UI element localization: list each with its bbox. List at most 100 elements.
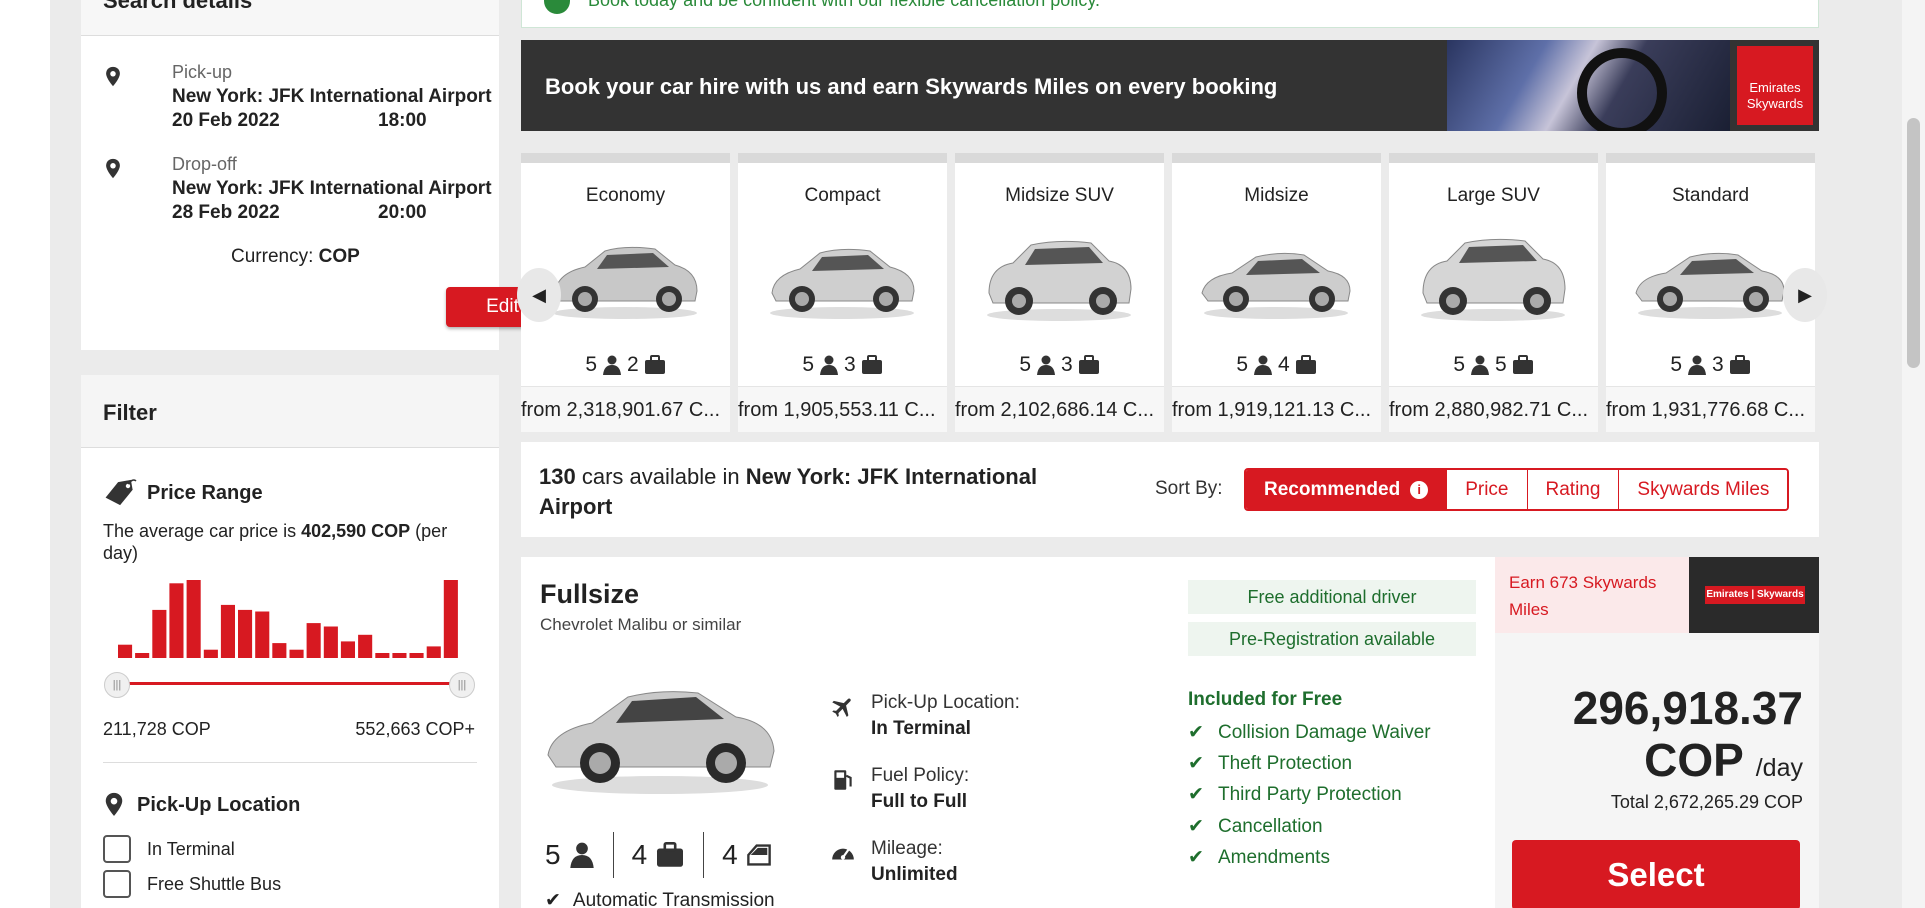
transmission-label: Automatic Transmission: [572, 889, 775, 908]
price-slider-track[interactable]: [117, 682, 462, 685]
included-label: Cancellation: [1218, 815, 1323, 837]
histogram-bar: [426, 646, 441, 658]
category-card-compact[interactable]: Compact 5 3 from 1,905,553.11 C...: [738, 153, 947, 432]
sort-recommended[interactable]: Recommended i: [1246, 470, 1447, 509]
checkbox[interactable]: [103, 835, 131, 863]
carousel-prev-button[interactable]: ◀: [517, 268, 561, 322]
checkbox[interactable]: [103, 870, 131, 898]
pickup-time: 18:00: [378, 110, 427, 131]
detail-value: In Terminal: [871, 718, 971, 739]
category-card-midsize[interactable]: Midsize 5 4 from 1,919,121.13 C...: [1172, 153, 1381, 432]
location-pin-icon: [106, 158, 120, 179]
person-icon: [820, 355, 838, 375]
car-image: [1201, 252, 1351, 319]
histogram-bar: [340, 641, 355, 658]
category-specs: 5 4: [1172, 353, 1381, 377]
category-card-large-suv[interactable]: Large SUV 5 5 from 2,880,982.71 C...: [1389, 153, 1598, 432]
bag-count: 3: [1712, 353, 1724, 376]
seat-count: 5: [802, 353, 814, 376]
dropoff-label: Drop-off: [172, 154, 237, 174]
detail-mileage: Mileage: Unlimited: [832, 838, 958, 886]
category-name: Midsize: [1244, 185, 1309, 206]
category-specs: 5 3: [1606, 353, 1815, 377]
separator: [703, 832, 705, 878]
histogram-bar: [152, 609, 167, 658]
average-price-text: The average car price is 402,590 COP (pe…: [103, 520, 483, 564]
speedometer-icon: [832, 848, 854, 860]
car-category-carousel: Economy 5 2 from 2,318,901.67 C... Compa…: [517, 153, 1827, 432]
info-icon[interactable]: i: [1410, 480, 1429, 499]
price-range-max: 552,663 COP+: [355, 719, 475, 739]
detail-fuel-policy: Fuel Policy: Full to Full: [834, 765, 970, 813]
histogram-bar: [272, 643, 287, 658]
pickup-label: Pick-up: [172, 62, 233, 82]
sort-price[interactable]: Price: [1446, 470, 1527, 509]
search-details-card: Search details Pick-up New York: JFK Int…: [81, 0, 559, 350]
location-pin-icon: [105, 792, 123, 816]
histogram-bar: [238, 609, 253, 658]
skywards-banner[interactable]: Book your car hire with us and earn Skyw…: [521, 40, 1819, 131]
detail-label: Pick-Up Location:: [871, 692, 1020, 713]
pickup-location: New York: JFK International Airport: [172, 86, 492, 107]
category-name: Standard: [1671, 185, 1750, 206]
car-image: [770, 248, 915, 319]
seat-count: 5: [1453, 353, 1465, 376]
filter-option-free-shuttle-bus[interactable]: Free Shuttle Bus: [103, 870, 281, 898]
detail-value: Full to Full: [871, 791, 968, 812]
check-icon: ✔: [1188, 784, 1204, 805]
cancellation-notice: Book today and be confident with our fle…: [521, 0, 1819, 28]
chevron-right-icon: ▶: [1798, 284, 1812, 305]
category-name: Large SUV: [1447, 185, 1540, 206]
price-tag-icon: [105, 479, 137, 506]
detail-label: Fuel Policy:: [871, 765, 970, 786]
check-icon: ✔: [1188, 722, 1204, 743]
car-class: Fullsize: [540, 579, 640, 609]
pickup-location-filter-heading: Pick-Up Location: [103, 791, 300, 819]
check-circle-icon: [544, 0, 570, 14]
dropoff-location: New York: JFK International Airport: [172, 178, 492, 199]
price-slider-min-handle[interactable]: |||: [104, 672, 130, 698]
person-icon: [1688, 355, 1706, 375]
car-image: [1635, 252, 1785, 319]
availability-middle: cars available in: [575, 464, 746, 489]
car-result-card: Fullsize Chevrolet Malibu or similar 5 4…: [521, 557, 1495, 908]
dropoff-date: 28 Feb 2022: [172, 202, 280, 223]
seat-count: 5: [1019, 353, 1031, 376]
sort-skywards-miles[interactable]: Skywards Miles: [1618, 470, 1788, 509]
scrollbar-thumb[interactable]: [1907, 118, 1920, 368]
select-button[interactable]: Select: [1512, 840, 1800, 908]
price-range-title: Price Range: [147, 481, 263, 504]
page-scrollbar[interactable]: [1902, 0, 1925, 908]
price-panel: Earn 673 Skywards Miles Emirates | Skywa…: [1495, 557, 1819, 908]
category-price: from 1,919,121.13 C...: [1172, 386, 1381, 432]
airplane-icon: [832, 698, 851, 717]
carousel-next-button[interactable]: ▶: [1783, 268, 1827, 322]
histogram-bar: [392, 653, 407, 658]
filter-option-in-terminal[interactable]: In Terminal: [103, 835, 235, 863]
sort-rating[interactable]: Rating: [1526, 470, 1619, 509]
included-label: Amendments: [1218, 846, 1330, 868]
bag-count: 5: [1495, 353, 1507, 376]
detail-label: Mileage:: [871, 838, 943, 859]
emirates-skywards-badge: Emirates | Skywards: [1689, 557, 1819, 633]
currency-info: Currency: COP: [231, 246, 360, 268]
bag-count: 4: [631, 839, 648, 870]
histogram-bar: [409, 653, 424, 658]
availability-text: 130 cars available in New York: JFK Inte…: [539, 462, 1079, 522]
price-slider-max-handle[interactable]: |||: [449, 672, 475, 698]
histogram-bar: [186, 580, 201, 658]
price-per-day: /day: [1755, 754, 1803, 782]
suitcase-icon: [1078, 355, 1099, 374]
sort-by-label: Sort By:: [1155, 478, 1223, 499]
daily-price: 296,918.37 COP /day: [1573, 682, 1803, 794]
car-door-icon: [746, 844, 771, 866]
check-icon: ✔: [1188, 847, 1204, 868]
included-label: Theft Protection: [1218, 752, 1353, 774]
door-count: 4: [722, 839, 738, 870]
check-icon: ✔: [1188, 753, 1204, 774]
category-card-midsize-suv[interactable]: Midsize SUV 5 3 from 2,102,686.14 C...: [955, 153, 1164, 432]
total-price: Total 2,672,265.29 COP: [1610, 792, 1803, 812]
category-specs: 5 3: [738, 353, 947, 377]
filter-card: Filter Price Range The average car price…: [81, 375, 499, 908]
category-price: from 2,102,686.14 C...: [955, 386, 1164, 432]
